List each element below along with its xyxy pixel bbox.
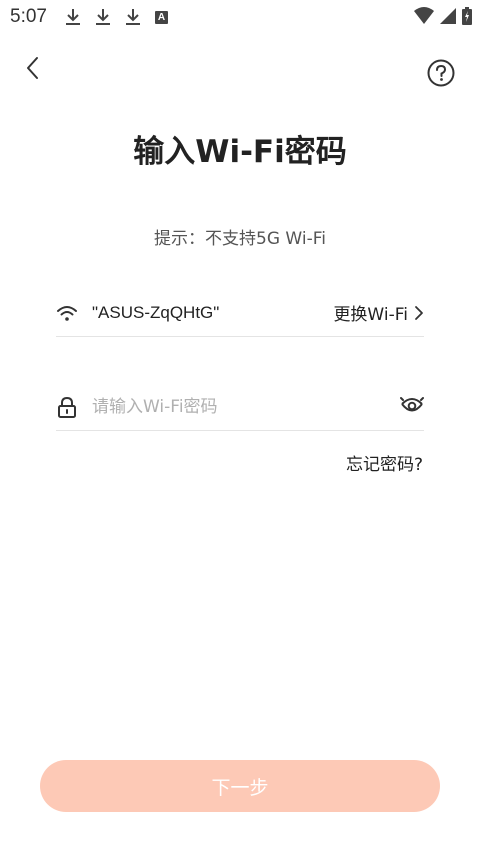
- cell-signal-icon: [440, 8, 456, 24]
- battery-icon: [462, 7, 472, 25]
- change-wifi-button[interactable]: 更换Wi-Fi: [333, 300, 424, 325]
- password-input[interactable]: [92, 396, 400, 417]
- wifi-row: "ASUS-ZqQHtG" 更换Wi-Fi: [56, 289, 424, 337]
- next-button[interactable]: 下一步: [40, 760, 440, 812]
- forgot-password-link[interactable]: 忘记密码?: [346, 450, 423, 475]
- change-wifi-label: 更换Wi-Fi: [333, 305, 408, 325]
- wifi-icon: [57, 305, 77, 321]
- back-chevron-icon[interactable]: [20, 54, 48, 82]
- notification-a-icon: A: [154, 10, 168, 24]
- download-icon: [125, 9, 140, 25]
- status-time: 5:07: [10, 6, 47, 27]
- help-icon[interactable]: [426, 58, 456, 88]
- password-row: [56, 383, 424, 431]
- page-title: 输入Wi-Fi密码: [133, 134, 347, 170]
- status-bar: 5:07 A: [0, 0, 480, 34]
- download-icon: [65, 9, 80, 25]
- status-indicators: [414, 7, 472, 25]
- eye-toggle-icon[interactable]: [400, 395, 424, 419]
- wifi-ssid: "ASUS-ZqQHtG": [92, 302, 220, 322]
- hint-text: 提示：不支持5G Wi-Fi: [154, 229, 326, 249]
- lock-icon: [58, 396, 76, 418]
- wifi-signal-icon: [414, 7, 434, 24]
- chevron-right-icon: [415, 305, 423, 320]
- download-icon: [95, 9, 110, 25]
